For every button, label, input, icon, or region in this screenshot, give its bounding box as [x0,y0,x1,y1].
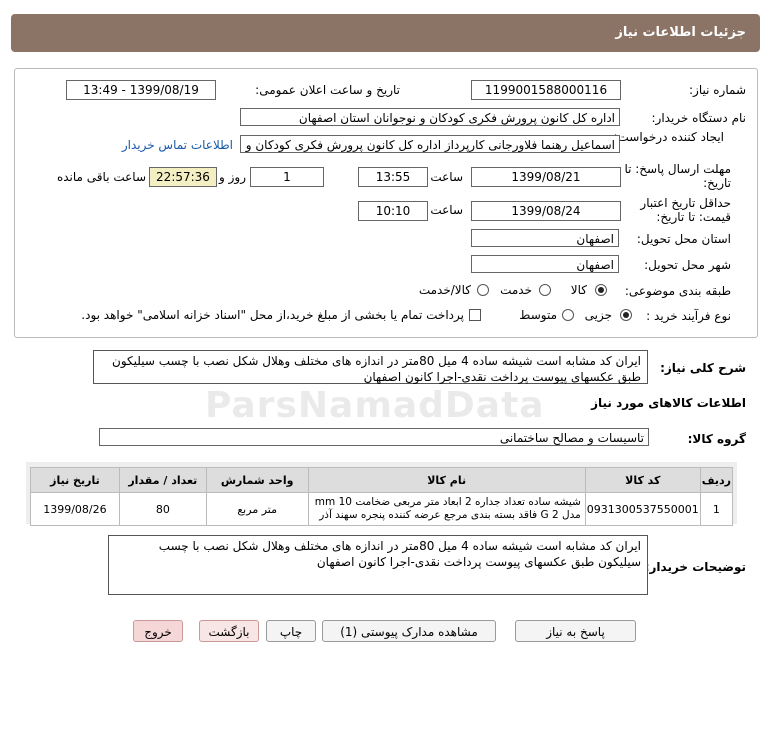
goods-group-label: گروه کالا: [687,432,746,446]
city-label: شهر محل تحویل: [644,258,731,272]
treasury-payment-checkbox[interactable] [469,309,481,321]
process-minor-radio[interactable] [620,309,632,321]
category-service-radio[interactable] [539,284,551,296]
col-qty: تعداد / مقدار [118,467,207,493]
process-medium-radio[interactable] [562,309,574,321]
category-label: طبقه بندی موضوعی: [624,284,731,298]
reply-deadline-label: مهلت ارسال پاسخ: تا تاریخ: [624,162,731,190]
summary-label: شرح کلی نیاز: [660,361,746,375]
days-label: روز و [219,170,246,184]
col-date: تاریخ نیاز [30,467,120,493]
price-date-field: 1399/08/24 [471,201,621,221]
category-both-label: کالا/خدمت [418,283,471,297]
col-name: نام کالا [307,467,586,493]
process-medium-label: متوسط [519,308,557,322]
cell-code: 0931300537550001 [584,492,701,526]
col-row: ردیف [699,467,734,493]
announce-label: تاریخ و ساعت اعلان عمومی: [255,83,400,97]
cell-row: 1 [699,492,734,526]
cell-unit: متر مربع [205,492,309,526]
page-title: جزئیات اطلاعات نیاز [615,25,746,40]
table-row: 1 0931300537550001 شیشه ساده تعداد جداره… [30,492,734,526]
price-time-field: 10:10 [358,201,428,221]
attachments-button[interactable]: مشاهده مدارک پیوستی (1) [322,620,496,642]
creator-label: ایجاد کننده درخواست: [613,130,724,144]
back-button[interactable]: بازگشت [199,620,259,642]
remaining-label: ساعت باقی مانده [56,170,146,184]
buyer-org-field: اداره کل کانون پرورش فکری کودکان و نوجوا… [240,108,620,126]
category-goods-radio[interactable] [595,284,607,296]
need-number-field: 1199001588000116 [471,80,621,100]
category-both-radio[interactable] [477,284,489,296]
print-button[interactable]: چاپ [266,620,316,642]
province-field: اصفهان [471,229,619,247]
remaining-time-field: 22:57:36 [149,167,217,187]
page-header: جزئیات اطلاعات نیاز [11,14,760,52]
reply-time-field: 13:55 [358,167,428,187]
reply-button[interactable]: پاسخ به نیاز [515,620,636,642]
announce-field: 1399/08/19 - 13:49 [66,80,216,100]
col-unit: واحد شمارش [205,467,309,493]
goods-group-field: تاسیسات و مصالح ساختمانی [99,428,649,446]
items-table: ردیف کد کالا نام کالا واحد شمارش تعداد /… [30,467,734,526]
price-deadline-label: حداقل تاریخ اعتبار قیمت: تا تاریخ: [640,196,731,224]
city-field: اصفهان [471,255,619,273]
treasury-payment-note: پرداخت تمام یا بخشی از مبلغ خرید،از محل … [81,308,464,322]
price-time-label: ساعت [430,203,463,217]
cell-qty: 80 [118,492,207,526]
col-code: کد کالا [584,467,701,493]
cell-date: 1399/08/26 [30,492,120,526]
cell-name: شیشه ساده تعداد جداره 2 ابعاد متر مربعی … [307,492,586,526]
creator-field: اسماعیل رهنما فلاورجانی کارپرداز اداره ک… [240,135,620,153]
reply-time-label: ساعت [430,170,463,184]
exit-button[interactable]: خروج [133,620,183,642]
buyer-notes-box: ایران کد مشابه است شیشه ساده 4 میل 80متر… [108,535,648,595]
items-section-title: اطلاعات کالاهای مورد نیاز [591,396,746,410]
buyer-org-label: نام دستگاه خریدار: [651,111,747,125]
summary-box: ایران کد مشابه است شیشه ساده 4 میل 80متر… [93,350,648,384]
watermark: ParsNamadData [205,385,545,426]
process-label: نوع فرآیند خرید : [646,309,731,323]
process-minor-label: جزیی [584,308,612,322]
category-service-label: خدمت [500,283,532,297]
category-goods-label: کالا [570,283,587,297]
province-label: استان محل تحویل: [636,232,731,246]
buyer-contact-link[interactable]: اطلاعات تماس خریدار [122,138,233,152]
reply-date-field: 1399/08/21 [471,167,621,187]
table-header-row: ردیف کد کالا نام کالا واحد شمارش تعداد /… [30,467,734,493]
buyer-notes-label: توضیحات خریدار: [644,560,746,574]
need-number-label: شماره نیاز: [689,83,746,97]
days-field: 1 [250,167,324,187]
